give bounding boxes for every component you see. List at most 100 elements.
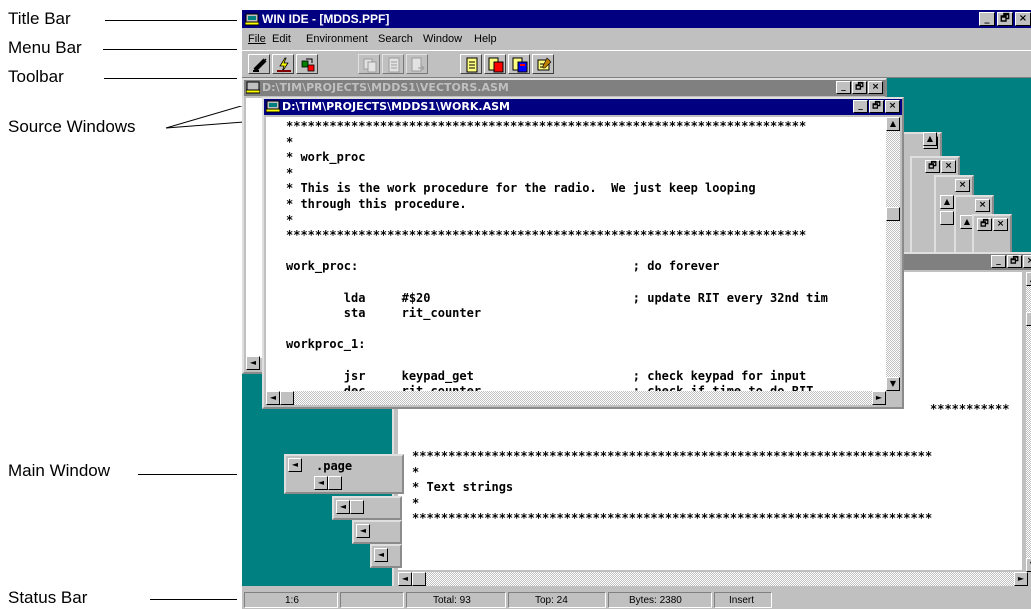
- scroll-up-icon[interactable]: ▲: [940, 195, 954, 209]
- menu-file[interactable]: File: [248, 33, 266, 45]
- minimize-icon[interactable]: _: [836, 81, 851, 94]
- cascaded-window-7[interactable]: ◄: [332, 496, 402, 520]
- status-blank: [340, 592, 404, 608]
- doc-arrow-button[interactable]: [406, 54, 428, 74]
- scroll-thumb[interactable]: [350, 500, 364, 514]
- copy-doc-icon: [363, 58, 377, 73]
- text-strings-hscroll[interactable]: ◄ ►: [398, 572, 1028, 586]
- restore-icon[interactable]: 🗗: [925, 160, 940, 173]
- scroll-thumb[interactable]: [1026, 312, 1031, 326]
- close-icon[interactable]: ×: [885, 100, 900, 113]
- page-icon: [466, 57, 478, 73]
- page-blue-icon: [512, 57, 528, 73]
- minimize-icon[interactable]: _: [979, 12, 995, 26]
- page-red-icon: [488, 57, 504, 73]
- page-directive: .page: [316, 459, 353, 473]
- cascaded-window-6[interactable]: ◄ .page ◄: [284, 454, 404, 494]
- scroll-thumb[interactable]: [940, 211, 954, 225]
- menu-search[interactable]: Search: [378, 33, 413, 45]
- lightning-button[interactable]: [272, 54, 294, 74]
- title-bar-label: Title Bar: [8, 9, 71, 28]
- scroll-down-icon[interactable]: ▼: [1026, 558, 1031, 572]
- app-icon: [245, 13, 259, 26]
- status-bar-label: Status Bar: [8, 588, 88, 607]
- scroll-thumb[interactable]: [280, 391, 294, 405]
- page-button[interactable]: [460, 54, 482, 74]
- toolbar-leader: [104, 78, 237, 79]
- cascaded-window-9[interactable]: ◄: [370, 544, 402, 568]
- close-icon[interactable]: ×: [1015, 12, 1031, 26]
- vectors-window-title-bar[interactable]: D:\TIM\PROJECTS\MDDS1\VECTORS.ASM _ 🗗 ×: [244, 80, 885, 96]
- close-icon[interactable]: ×: [975, 199, 990, 212]
- menu-edit[interactable]: Edit: [272, 33, 291, 45]
- restore-icon[interactable]: 🗗: [852, 81, 867, 94]
- menu-bar: File Edit Environment Search Window Help: [242, 30, 1031, 48]
- scroll-left-icon[interactable]: ◄: [246, 356, 260, 370]
- restore-icon[interactable]: 🗗: [869, 100, 884, 113]
- scroll-left-icon[interactable]: ◄: [356, 524, 370, 538]
- restore-icon[interactable]: 🗗: [997, 12, 1013, 26]
- scroll-right-icon[interactable]: ►: [1014, 572, 1028, 586]
- app-caption-buttons: _ 🗗 ×: [979, 12, 1031, 26]
- work-editor[interactable]: ****************************************…: [266, 117, 886, 391]
- work-window-title-bar[interactable]: D:\TIM\PROJECTS\MDDS1\WORK.ASM _ 🗗 ×: [264, 99, 902, 115]
- restore-icon[interactable]: 🗗: [977, 218, 992, 231]
- document-icon: [246, 81, 260, 94]
- status-mode: Insert: [714, 592, 772, 608]
- page-red-button[interactable]: [484, 54, 506, 74]
- title-bar-leader: [105, 20, 237, 21]
- close-icon[interactable]: ×: [955, 179, 970, 192]
- compile-button[interactable]: [248, 54, 270, 74]
- doc-icon: [388, 57, 400, 73]
- work-vscroll[interactable]: ▲ ▼: [886, 117, 900, 391]
- scroll-up-icon[interactable]: ▲: [1026, 272, 1031, 286]
- page-blue-button[interactable]: [508, 54, 530, 74]
- compile-icon: [253, 58, 267, 72]
- page-edit-button[interactable]: [532, 54, 554, 74]
- app-title: WIN IDE - [MDDS.PPF]: [262, 12, 390, 26]
- status-bar-leader: [150, 599, 237, 600]
- close-icon[interactable]: ×: [993, 218, 1008, 231]
- scroll-left-icon[interactable]: ◄: [374, 548, 388, 562]
- menu-environment[interactable]: Environment: [306, 33, 368, 45]
- scroll-thumb[interactable]: [328, 476, 342, 490]
- doc-button[interactable]: [382, 54, 404, 74]
- scroll-left-icon[interactable]: ◄: [398, 572, 412, 586]
- close-icon[interactable]: ×: [868, 81, 883, 94]
- scroll-right-icon[interactable]: ►: [872, 391, 886, 405]
- scroll-left-icon[interactable]: ◄: [336, 500, 350, 514]
- status-bytes: Bytes: 2380: [608, 592, 712, 608]
- copy-doc-button[interactable]: [358, 54, 380, 74]
- close-icon[interactable]: ×: [1023, 255, 1031, 268]
- scroll-up-icon[interactable]: ▲: [923, 132, 937, 146]
- minimize-icon[interactable]: _: [991, 255, 1006, 268]
- main-window-label: Main Window: [8, 461, 111, 480]
- scroll-left-icon[interactable]: ◄: [288, 458, 302, 472]
- scroll-thumb[interactable]: [412, 572, 426, 586]
- app-title-bar[interactable]: WIN IDE - [MDDS.PPF] _ 🗗 ×: [242, 10, 1031, 28]
- work-code: ****************************************…: [286, 119, 828, 391]
- cascaded-window-8[interactable]: ◄: [352, 520, 402, 544]
- vectors-window-title: D:\TIM\PROJECTS\MDDS1\VECTORS.ASM: [262, 81, 509, 94]
- scroll-left-icon[interactable]: ◄: [314, 476, 328, 490]
- restore-icon[interactable]: 🗗: [1007, 255, 1022, 268]
- menu-window[interactable]: Window: [423, 33, 462, 45]
- menu-help[interactable]: Help: [474, 33, 497, 45]
- status-position: 1:6: [244, 592, 338, 608]
- scroll-up-icon[interactable]: ▲: [886, 117, 900, 131]
- work-hscroll[interactable]: ◄ ►: [266, 391, 886, 405]
- build-icon: [301, 58, 315, 72]
- scroll-left-icon[interactable]: ◄: [266, 391, 280, 405]
- text-strings-vscroll[interactable]: ▲ ▼: [1026, 272, 1031, 572]
- build-button[interactable]: [296, 54, 318, 74]
- document-icon: [266, 100, 280, 113]
- work-source-window[interactable]: D:\TIM\PROJECTS\MDDS1\WORK.ASM _ 🗗 × *****…: [262, 97, 904, 409]
- source-windows-label: Source Windows: [8, 117, 136, 136]
- text-strings-code: ****************************************…: [412, 449, 933, 526]
- minimize-icon[interactable]: _: [853, 100, 868, 113]
- scroll-down-icon[interactable]: ▼: [886, 377, 900, 391]
- scroll-thumb[interactable]: [886, 207, 900, 221]
- toolbar-label: Toolbar: [8, 67, 64, 86]
- close-icon[interactable]: ×: [941, 160, 956, 173]
- doc-arrow-icon: [411, 57, 425, 72]
